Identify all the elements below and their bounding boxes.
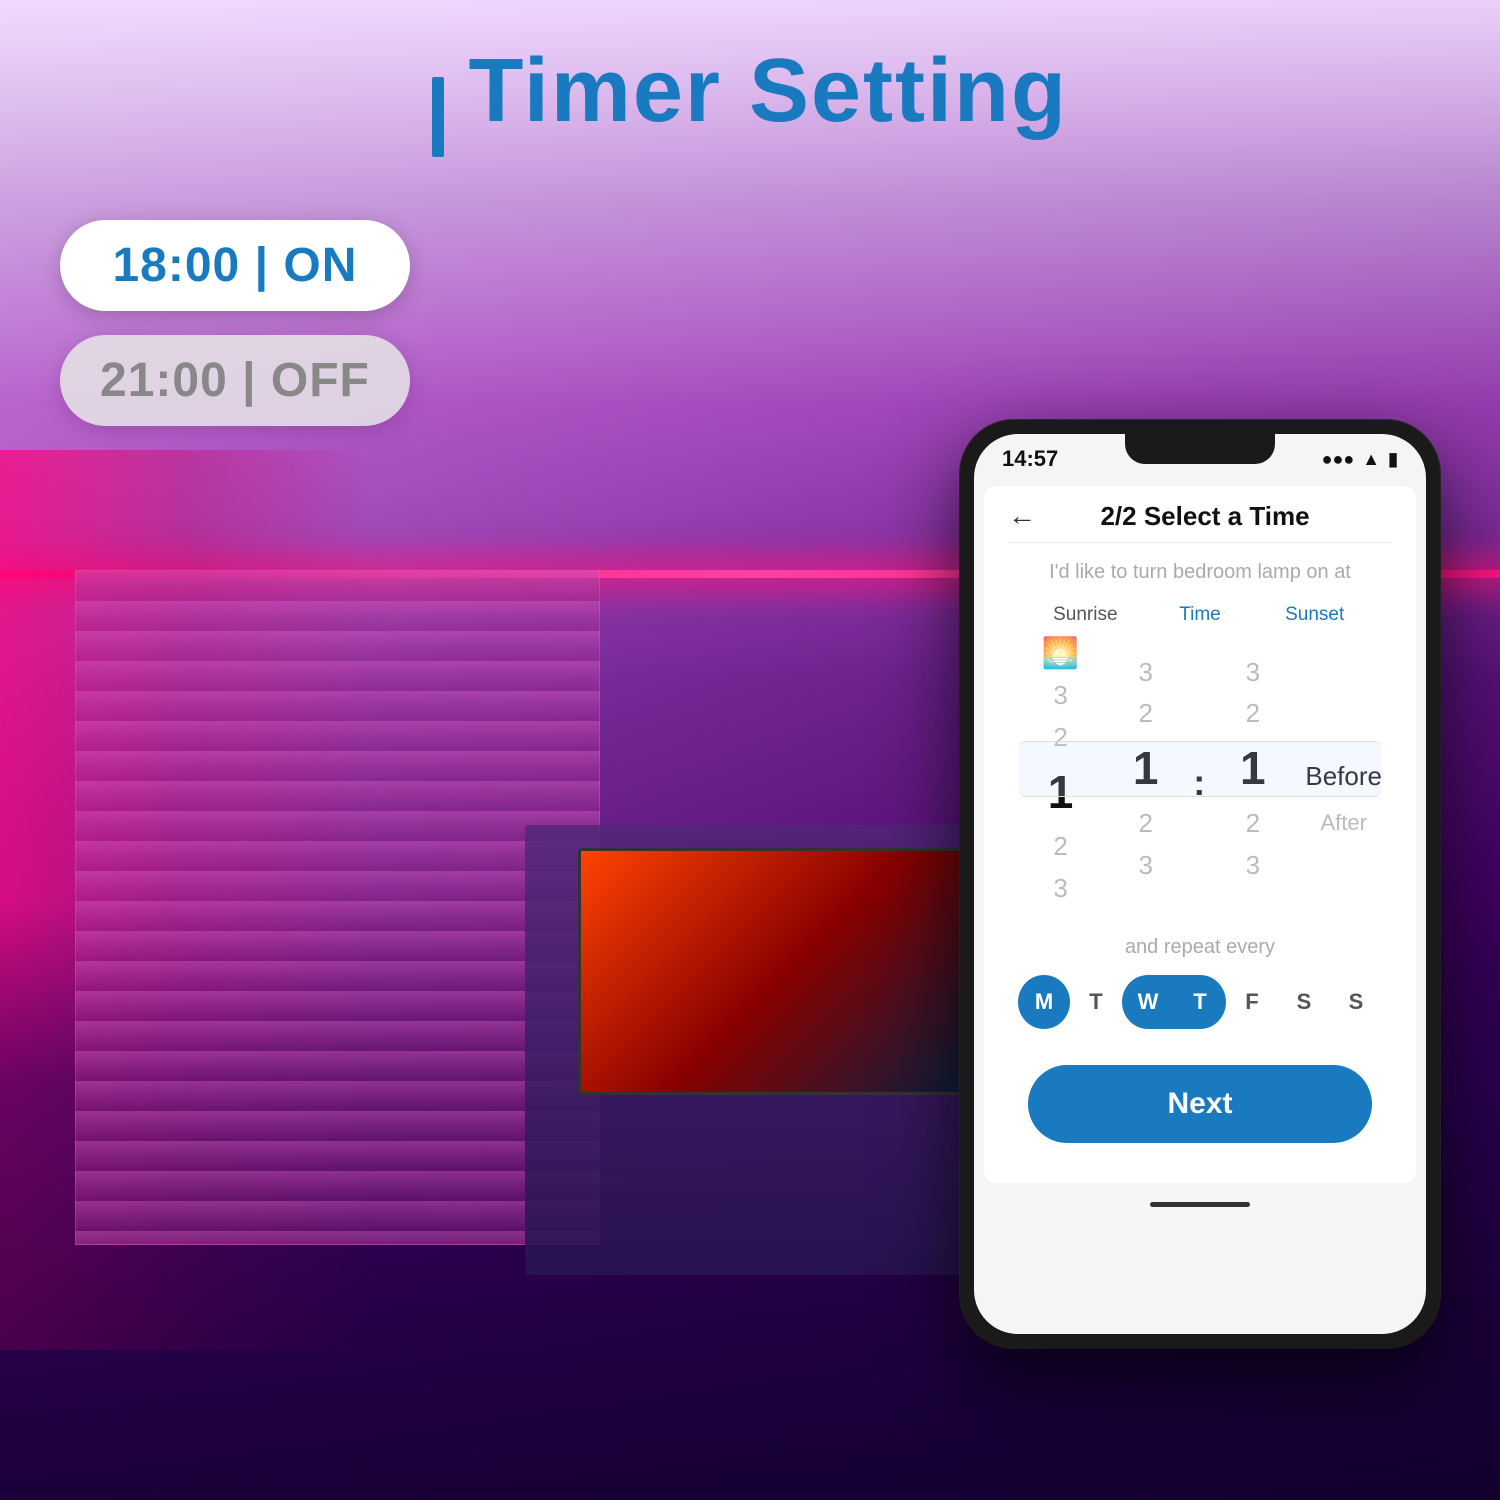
- min-2a: 2: [1233, 697, 1273, 731]
- day-buttons: M T W T F S S: [1018, 975, 1382, 1029]
- before-label: Before: [1305, 756, 1382, 798]
- phone-screen: 14:57 ●●● ▲ ▮ ← 2/2 Select a Time: [974, 434, 1426, 1334]
- window-area: [75, 570, 600, 1245]
- time-labels-row: Sunrise Time Sunset: [1008, 604, 1392, 626]
- next-btn-container: Next: [1008, 1045, 1392, 1153]
- min-3b: 3: [1233, 849, 1273, 883]
- sunrise-num-3b: 3: [1041, 872, 1081, 906]
- step-indicator: 2/2: [1100, 501, 1136, 531]
- back-button[interactable]: ←: [1008, 500, 1036, 532]
- blind-panel: [75, 570, 600, 1245]
- sunrise-num-2b: 2: [1041, 830, 1081, 864]
- day-btn-f[interactable]: F: [1226, 975, 1278, 1029]
- wifi-icon: ▲: [1362, 449, 1380, 470]
- after-label: After: [1320, 805, 1366, 840]
- timer-badges: 18:00 | ON 21:00 | OFF: [60, 220, 410, 426]
- day-btn-s2[interactable]: S: [1330, 975, 1382, 1029]
- hour-1: 1: [1126, 739, 1166, 799]
- day-btn-w[interactable]: W: [1122, 975, 1174, 1029]
- status-icons: ●●● ▲ ▮: [1322, 449, 1398, 470]
- before-after-col[interactable]: Before After: [1295, 698, 1382, 841]
- app-content: ← 2/2 Select a Time I'd like to turn bed…: [984, 486, 1416, 1183]
- day-btn-s1[interactable]: S: [1278, 975, 1330, 1029]
- time-separator: :: [1193, 762, 1205, 804]
- screen-title-text: Select a Time: [1144, 501, 1310, 531]
- phone-mockup: 14:57 ●●● ▲ ▮ ← 2/2 Select a Time: [960, 420, 1440, 1348]
- hour-col[interactable]: 3 2 1 2 3: [1103, 656, 1188, 883]
- repeat-label: and repeat every: [1018, 936, 1382, 959]
- day-btn-t1[interactable]: T: [1070, 975, 1122, 1029]
- hour-2a: 2: [1126, 697, 1166, 731]
- subtitle: I'd like to turn bedroom lamp on at: [1008, 543, 1392, 594]
- min-1: 1: [1233, 739, 1273, 799]
- phone-notch: [1125, 434, 1275, 464]
- phone-bottom-bar: [974, 1193, 1426, 1217]
- home-indicator: [1150, 1202, 1250, 1207]
- label-time: Time: [1143, 604, 1258, 626]
- day-btn-m[interactable]: M: [1018, 975, 1070, 1029]
- next-button[interactable]: Next: [1028, 1065, 1372, 1143]
- time-columns: 🌅 3 2 1 2 3 3 2 1 2: [1008, 632, 1392, 906]
- title-accent-bar: [432, 77, 444, 157]
- signal-icon: ●●●: [1322, 449, 1355, 470]
- repeat-section: and repeat every M T W T F S: [1008, 916, 1392, 1045]
- app-header: ← 2/2 Select a Time: [1008, 486, 1392, 543]
- sunrise-col[interactable]: 🌅 3 2 1 2 3: [1018, 632, 1103, 906]
- min-3a: 3: [1233, 656, 1273, 690]
- time-section: Sunrise Time Sunset 🌅 3 2 1 2: [1008, 604, 1392, 906]
- timer-off-text: 21:00 | OFF: [100, 354, 370, 407]
- min-2b: 2: [1233, 807, 1273, 841]
- battery-icon: ▮: [1388, 449, 1398, 470]
- tv-screen: [578, 848, 998, 1096]
- hour-2b: 2: [1126, 807, 1166, 841]
- timer-badge-off: 21:00 | OFF: [60, 335, 410, 426]
- phone-outer: 14:57 ●●● ▲ ▮ ← 2/2 Select a Time: [960, 420, 1440, 1348]
- timer-on-text: 18:00 | ON: [112, 239, 357, 292]
- sunrise-num-1: 1: [1041, 763, 1081, 823]
- timer-badge-on: 18:00 | ON: [60, 220, 410, 311]
- label-sunrise: Sunrise: [1028, 604, 1143, 626]
- sunrise-icon: 🌅: [1042, 636, 1079, 671]
- label-sunset: Sunset: [1257, 604, 1372, 626]
- status-time: 14:57: [1002, 446, 1058, 472]
- hour-3b: 3: [1126, 849, 1166, 883]
- hour-3a: 3: [1126, 656, 1166, 690]
- sunrise-num-3a: 3: [1041, 679, 1081, 713]
- page-title-area: Timer Setting: [0, 40, 1500, 157]
- sunrise-num-2a: 2: [1041, 721, 1081, 755]
- minute-col[interactable]: 3 2 1 2 3: [1210, 656, 1295, 883]
- day-btn-t2[interactable]: T: [1174, 975, 1226, 1029]
- page-title: Timer Setting: [469, 41, 1068, 141]
- screen-title: 2/2 Select a Time: [1048, 501, 1362, 532]
